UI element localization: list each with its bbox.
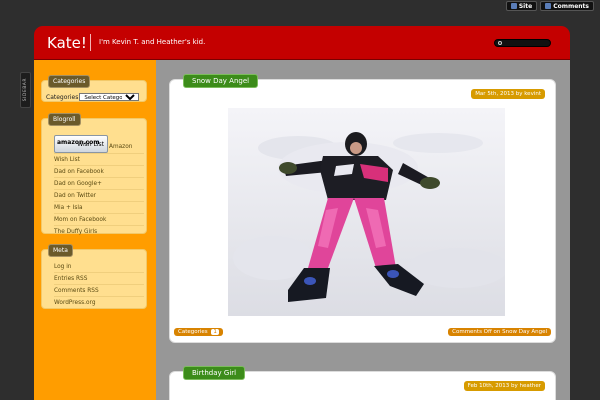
site-header: Kate! I'm Kevin T. and Heather's kid.: [34, 26, 570, 60]
feed-icon: [510, 3, 517, 9]
feed-links: Site Comments: [505, 1, 594, 11]
amazon-wishlist-badge[interactable]: amazon.com Wish List: [54, 135, 108, 153]
comments-feed-button[interactable]: Comments: [540, 1, 594, 11]
post: Birthday Girl Feb 10th, 2013 by heather: [169, 366, 556, 400]
meta-link-comments-rss[interactable]: Comments RSS: [54, 285, 144, 297]
meta-list: Log in Entries RSS Comments RSS WordPres…: [54, 261, 144, 309]
categories-widget: Categories Categories Select Category: [41, 75, 147, 102]
snow-angel-photo: [228, 108, 505, 316]
search-input[interactable]: [494, 39, 551, 47]
widget-title: Categories: [48, 75, 91, 88]
site-tagline: I'm Kevin T. and Heather's kid.: [99, 38, 206, 46]
comments-feed-label: Comments: [553, 2, 589, 10]
site-feed-label: Site: [518, 2, 533, 10]
blogroll-link[interactable]: Mia + Isla: [54, 202, 144, 214]
feed-icon: [545, 3, 552, 9]
meta-link-entries-rss[interactable]: Entries RSS: [54, 273, 144, 285]
post-categories-label: Categories: [178, 329, 208, 335]
meta-widget: Meta Log in Entries RSS Comments RSS Wor…: [41, 244, 147, 309]
post-meta: Feb 10th, 2013 by heather: [463, 381, 545, 391]
post-comments-badge: Comments Off on Snow Day Angel: [448, 328, 551, 336]
post: Snow Day Angel Mar 5th, 2013 by kevint C…: [169, 74, 556, 343]
search-icon: [498, 41, 502, 45]
post-categories-badge[interactable]: Categories 1: [174, 328, 223, 336]
meta-link-login[interactable]: Log in: [54, 261, 144, 273]
wishlist-badge-text: Wish List: [77, 141, 104, 148]
post-footer: Categories 1 Comments Off on Snow Day An…: [174, 328, 551, 338]
sidebar-toggle-tab[interactable]: SIDEBAR: [20, 72, 31, 108]
post-title[interactable]: Snow Day Angel: [183, 74, 259, 88]
site-feed-button[interactable]: Site: [505, 1, 538, 11]
main-content: Snow Day Angel Mar 5th, 2013 by kevint C…: [156, 60, 570, 400]
title-divider: [90, 34, 91, 51]
post-meta: Mar 5th, 2013 by kevint: [471, 89, 545, 99]
blogroll-list: amazon.com Wish List Amazon Wish List Da…: [54, 130, 144, 238]
categories-label: Categories: [46, 93, 79, 101]
blogroll-link[interactable]: Dad on Twitter: [54, 190, 144, 202]
blogroll-link[interactable]: Dad on Facebook: [54, 166, 144, 178]
blogroll-link[interactable]: Dad on Google+: [54, 178, 144, 190]
blogroll-link[interactable]: Mom on Facebook: [54, 214, 144, 226]
blogroll-widget: Blogroll amazon.com Wish List Amazon Wis…: [41, 113, 147, 235]
post-title[interactable]: Birthday Girl: [183, 366, 246, 380]
post-categories-count: 1: [211, 329, 219, 335]
meta-link-wordpress[interactable]: WordPress.org: [54, 297, 144, 309]
widget-title: Blogroll: [48, 113, 81, 126]
widget-title: Meta: [48, 244, 73, 257]
amazon-link-label[interactable]: Amazon: [109, 141, 132, 153]
blogroll-link[interactable]: Wish List: [54, 154, 144, 166]
blogroll-item-amazon[interactable]: amazon.com Wish List Amazon: [54, 130, 144, 154]
sidebar-toggle-label: SIDEBAR: [23, 78, 28, 102]
site-title[interactable]: Kate!: [47, 34, 87, 52]
category-select[interactable]: Select Category: [79, 93, 140, 101]
blogroll-link[interactable]: The Duffy Girls: [54, 226, 144, 238]
post-image[interactable]: [228, 108, 505, 316]
